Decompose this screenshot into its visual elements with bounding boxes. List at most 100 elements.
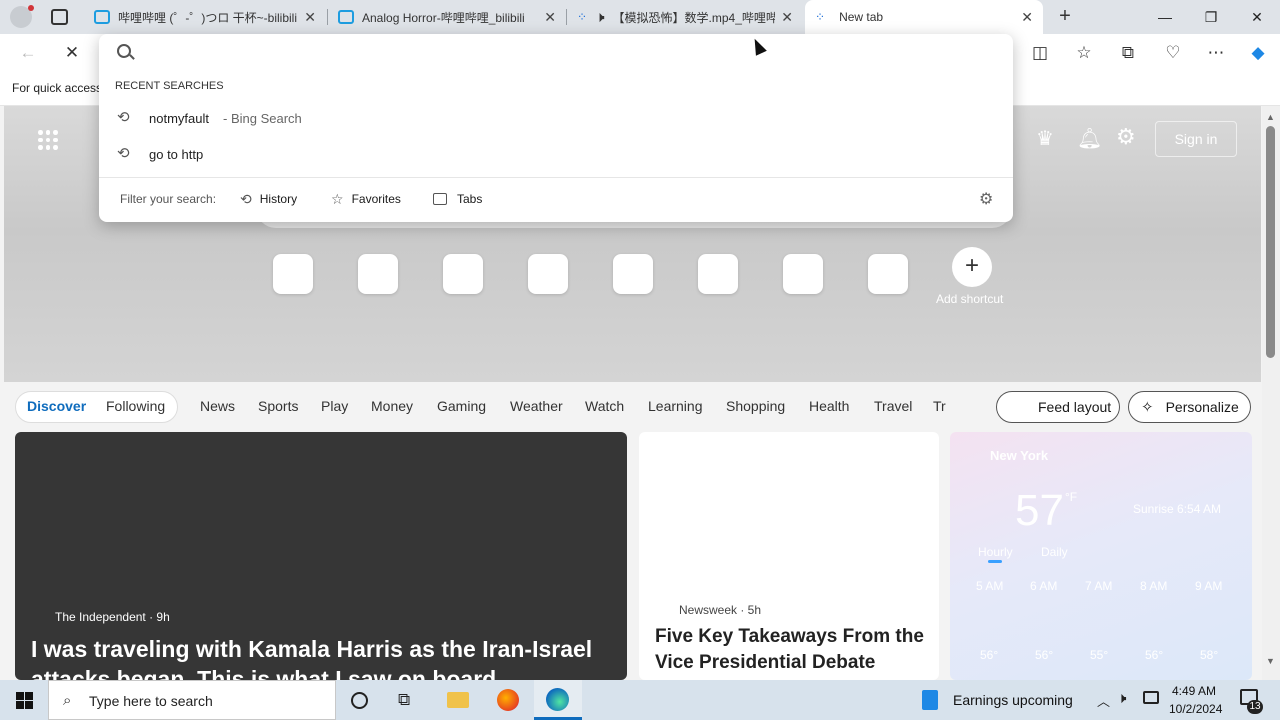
close-tab-icon[interactable]: ✕ <box>544 9 556 26</box>
star-icon: ☆ <box>331 190 344 207</box>
main-news-card[interactable]: The Independent · 9h I was traveling wit… <box>15 432 627 680</box>
tab-math-video[interactable]: ⁘ 🕨 【模拟恐怖】数学.mp4_哔哩哔 ✕ <box>567 0 803 34</box>
clock-time[interactable]: 4:49 AM <box>1172 684 1216 698</box>
file-explorer-icon[interactable] <box>447 692 469 708</box>
filter-history-button[interactable]: ⟲ History <box>240 189 297 209</box>
weather-temperature: 57 <box>1015 486 1064 535</box>
more-menu-icon[interactable]: ⋯ <box>1200 37 1232 69</box>
favorites-icon[interactable]: ☆ <box>1068 37 1100 69</box>
apps-launcher-icon[interactable] <box>38 130 58 150</box>
address-bar-dropdown: RECENT SEARCHES ⟲ notmyfault - Bing Sear… <box>99 34 1013 222</box>
feed-tab-news[interactable]: News <box>200 398 235 414</box>
edge-logo <box>546 688 569 711</box>
stop-loading-button[interactable]: ✕ <box>56 37 88 69</box>
shortcut-tile[interactable] <box>358 254 398 294</box>
feed-layout-button[interactable]: Feed layout <box>996 391 1120 423</box>
address-input[interactable] <box>143 40 993 64</box>
page-scrollbar[interactable]: ▲ ▼ <box>1262 106 1280 680</box>
tab-new-tab[interactable]: ⁘ New tab ✕ <box>805 0 1043 34</box>
earnings-widget[interactable]: Earnings upcoming <box>922 680 1082 720</box>
feed-tab-gaming[interactable]: Gaming <box>437 398 486 414</box>
task-view-icon[interactable]: ⧉ <box>398 690 410 710</box>
weather-hour-temp: 56° <box>980 648 999 662</box>
tab-title: Analog Horror-哔哩哔哩_bilibili <box>362 10 525 25</box>
feed-tab-watch[interactable]: Watch <box>585 398 624 414</box>
clock-date[interactable]: 10/2/2024 <box>1169 702 1222 716</box>
edge-icon[interactable] <box>534 680 582 720</box>
chevron-up-icon[interactable]: ︿ <box>1097 691 1110 710</box>
filter-label: Filter your search: <box>120 192 217 206</box>
cortana-icon[interactable] <box>351 692 368 709</box>
sign-in-button[interactable]: Sign in <box>1155 121 1237 157</box>
firefox-icon[interactable] <box>497 689 519 711</box>
shortcut-tile[interactable] <box>273 254 313 294</box>
taskbar-search[interactable]: ⌕ Type here to search <box>48 680 336 720</box>
suggestion-row[interactable]: ⟲ go to http <box>99 142 1013 168</box>
scroll-up-arrow[interactable]: ▲ <box>1266 112 1275 122</box>
feed-tab-shopping[interactable]: Shopping <box>726 398 785 414</box>
back-button[interactable]: ← <box>12 37 44 69</box>
weather-hour: 6 AM <box>1030 579 1058 593</box>
personalize-label: Personalize <box>1165 399 1239 415</box>
feed-navigation: Discover Following News Sports Play Mone… <box>4 382 1261 430</box>
split-screen-icon[interactable]: ◫ <box>1024 37 1056 69</box>
rewards-icon[interactable]: ♛ <box>1036 126 1054 151</box>
add-shortcut-button[interactable]: + <box>952 247 992 287</box>
weather-sunrise: Sunrise 6:54 AM <box>1133 502 1222 516</box>
feed-tab-sports[interactable]: Sports <box>258 398 298 414</box>
network-icon[interactable] <box>1143 691 1159 704</box>
shortcut-tile[interactable] <box>443 254 483 294</box>
settings-gear-icon[interactable]: ⚙ <box>979 189 993 209</box>
shortcut-tile[interactable] <box>868 254 908 294</box>
browser-essentials-icon[interactable]: ♡ <box>1157 37 1189 69</box>
minimize-button[interactable]: — <box>1142 0 1188 34</box>
shortcut-tile[interactable] <box>698 254 738 294</box>
weather-tab-daily[interactable]: Daily <box>1041 545 1068 559</box>
loading-icon: ⁘ <box>577 10 588 24</box>
feed-tab-health[interactable]: Health <box>809 398 849 414</box>
close-tab-icon[interactable]: ✕ <box>304 9 316 26</box>
weather-hour: 8 AM <box>1140 579 1168 593</box>
weather-tab-hourly[interactable]: Hourly <box>978 545 1013 559</box>
tab-title: 哔哩哔哩 (゜-゜)つロ 干杯~-bilibili <box>118 10 298 25</box>
filter-favorites-button[interactable]: ☆ Favorites <box>331 189 401 209</box>
close-window-button[interactable]: ✕ <box>1234 0 1280 34</box>
feed-tab-weather[interactable]: Weather <box>510 398 563 414</box>
speaker-muted-icon[interactable]: 🕨 <box>595 9 604 26</box>
scroll-down-arrow[interactable]: ▼ <box>1266 656 1275 666</box>
close-tab-icon[interactable]: ✕ <box>1021 9 1033 26</box>
collections-icon[interactable]: ⧉ <box>1112 37 1144 69</box>
shortcut-tile[interactable] <box>783 254 823 294</box>
weather-card[interactable]: New York 57 °F Sunrise 6:54 AM Hourly Da… <box>950 432 1252 680</box>
feed-tab-discover[interactable]: Discover <box>27 398 86 414</box>
close-tab-icon[interactable]: ✕ <box>781 9 793 26</box>
weather-hour: 5 AM <box>976 579 1004 593</box>
scroll-thumb[interactable] <box>1266 126 1275 358</box>
main-card-headline-2: attacks began. This is what I saw on boa… <box>31 666 497 680</box>
feed-tab-play[interactable]: Play <box>321 398 348 414</box>
shortcut-tile[interactable] <box>528 254 568 294</box>
feed-tab-money[interactable]: Money <box>371 398 413 414</box>
start-button[interactable] <box>0 680 48 720</box>
new-tab-button[interactable]: + <box>1053 5 1077 29</box>
weather-unit: °F <box>1065 490 1078 504</box>
history-icon: ⟲ <box>117 145 130 162</box>
second-news-card[interactable]: Newsweek · 5h Five Key Takeaways From th… <box>639 432 939 680</box>
shortcut-tile[interactable] <box>613 254 653 294</box>
maximize-button[interactable]: ❐ <box>1188 0 1234 34</box>
volume-muted-icon[interactable]: 🕨 <box>1117 690 1126 707</box>
feed-tab-truncated[interactable]: Tr <box>933 398 946 414</box>
copilot-icon[interactable]: ◆ <box>1242 37 1274 69</box>
feed-tab-following[interactable]: Following <box>106 398 165 414</box>
suggestion-row[interactable]: ⟲ notmyfault - Bing Search <box>99 106 1013 132</box>
notifications-icon[interactable]: 🔔︎ <box>1077 126 1102 151</box>
settings-gear-icon[interactable]: ⚙ <box>1116 124 1136 150</box>
main-card-headline: I was traveling with Kamala Harris as th… <box>31 636 593 662</box>
personalize-button[interactable]: ✧ Personalize <box>1128 391 1251 423</box>
tab-bilibili-home[interactable]: 哔哩哔哩 (゜-゜)つロ 干杯~-bilibili ✕ <box>84 0 326 34</box>
filter-tabs-button[interactable]: Tabs <box>433 189 482 209</box>
tab-analog-horror[interactable]: Analog Horror-哔哩哔哩_bilibili ✕ <box>328 0 566 34</box>
feed-tab-learning[interactable]: Learning <box>648 398 703 414</box>
tab-actions-icon[interactable] <box>51 9 68 25</box>
feed-tab-travel[interactable]: Travel <box>874 398 912 414</box>
